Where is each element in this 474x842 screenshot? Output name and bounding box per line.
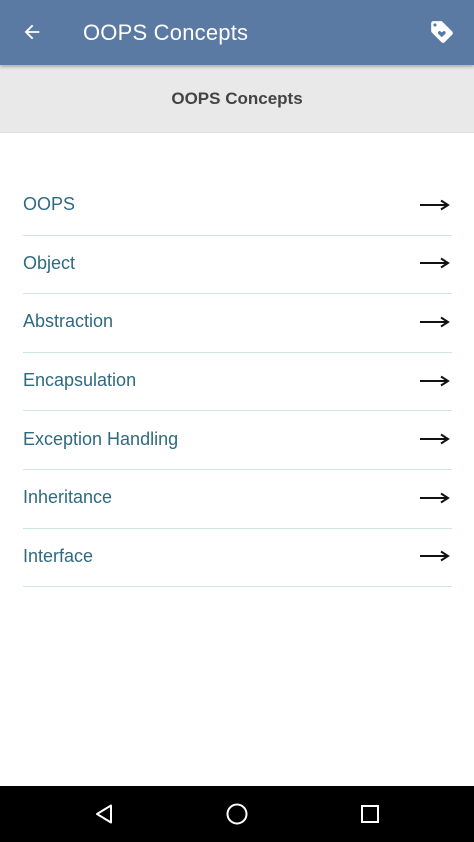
list-item-label: OOPS <box>23 194 76 215</box>
arrow-left-icon <box>24 24 40 40</box>
list-item-label: Object <box>23 252 76 273</box>
list-item-encapsulation[interactable]: Encapsulation <box>23 353 452 412</box>
list-item-label: Inheritance <box>23 487 113 508</box>
list-item-label: Interface <box>23 545 94 566</box>
section-header: OOPS Concepts <box>0 65 474 133</box>
app-toolbar: OOPS Concepts <box>0 0 474 65</box>
tag-button[interactable] <box>424 14 460 50</box>
arrow-right-icon <box>420 256 450 270</box>
list-item-interface[interactable]: Interface <box>23 529 452 588</box>
arrow-right-icon <box>420 432 450 446</box>
section-title: OOPS Concepts <box>171 88 303 108</box>
list-item-inheritance[interactable]: Inheritance <box>23 470 452 529</box>
list-item-label: Abstraction <box>23 311 114 332</box>
list-item-label: Encapsulation <box>23 370 137 391</box>
list-item-exception-handling[interactable]: Exception Handling <box>23 411 452 470</box>
arrow-right-icon <box>420 549 450 563</box>
app-screen: OOPS Concepts OOPS Concepts OOPS Object … <box>0 0 474 842</box>
arrow-right-icon <box>420 315 450 329</box>
nav-recents-button[interactable] <box>350 794 390 834</box>
triangle-back-icon <box>96 804 112 824</box>
system-nav-bar <box>0 786 474 842</box>
topic-list: OOPS Object Abstraction Encapsulation Ex… <box>23 177 452 588</box>
list-item-label: Exception Handling <box>23 428 179 449</box>
arrow-right-icon <box>420 491 450 505</box>
list-item-object[interactable]: Object <box>23 236 452 295</box>
nav-home-button[interactable] <box>217 794 257 834</box>
arrow-right-icon <box>420 198 450 212</box>
square-recents-icon <box>361 805 379 823</box>
circle-home-icon <box>226 803 248 825</box>
list-item-abstraction[interactable]: Abstraction <box>23 294 452 353</box>
tag-icon <box>431 21 453 43</box>
toolbar-title: OOPS Concepts <box>83 19 249 45</box>
nav-back-button[interactable] <box>84 794 124 834</box>
arrow-right-icon <box>420 374 450 388</box>
list-item-oops[interactable]: OOPS <box>23 177 452 236</box>
back-button[interactable] <box>14 14 50 50</box>
